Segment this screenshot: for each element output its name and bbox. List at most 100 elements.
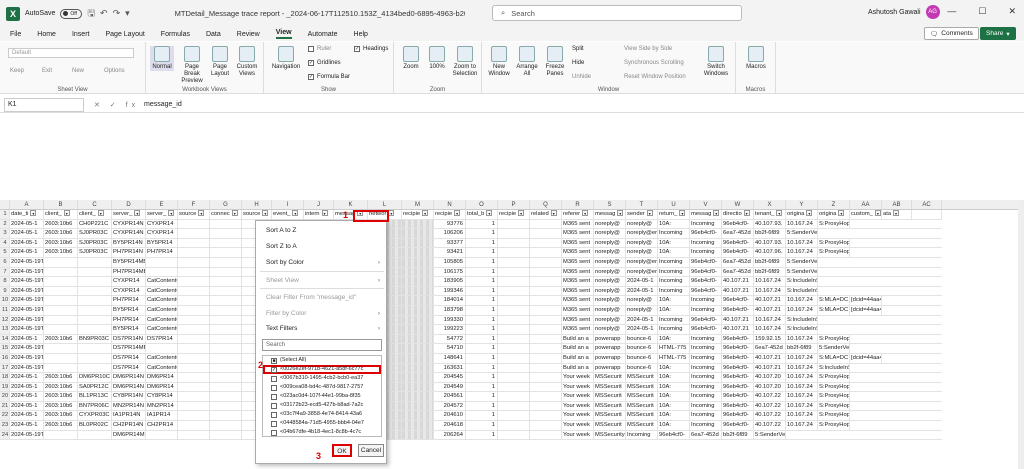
checkbox-icon[interactable]: ■ xyxy=(271,357,277,364)
cell[interactable] xyxy=(210,248,242,257)
cell[interactable]: [dcid=44aa44f2-63d1-43 xyxy=(850,353,882,363)
select-all-corner[interactable] xyxy=(0,200,10,209)
filter-dropdown-icon[interactable]: ▾ xyxy=(422,210,429,217)
cell[interactable]: 199330 xyxy=(434,315,466,325)
row-number[interactable]: 22 xyxy=(0,411,10,421)
cell[interactable]: noreply@ xyxy=(626,219,658,229)
switch-windows-button[interactable]: Switch Windows xyxy=(700,46,732,78)
filter-dropdown-icon[interactable]: ▾ xyxy=(838,210,845,217)
new-window-button[interactable]: New Window xyxy=(486,46,512,78)
row-number[interactable]: 17 xyxy=(0,363,10,373)
row-number[interactable]: 9 xyxy=(0,286,10,296)
cell[interactable]: MN2PR14 xyxy=(146,401,178,411)
cell[interactable]: ata ▾ xyxy=(882,210,912,219)
cell[interactable]: S:ProxyHop1=BL6PEPF0001AB53.n xyxy=(818,421,850,430)
cell[interactable]: PH7PR14MB5715 xyxy=(112,267,146,277)
column-header[interactable]: D xyxy=(112,200,146,209)
cell[interactable]: 6ea7-452d xyxy=(754,344,786,353)
cell[interactable] xyxy=(210,296,242,305)
cell[interactable] xyxy=(210,430,242,440)
cell[interactable] xyxy=(44,430,78,440)
cell[interactable] xyxy=(498,334,530,344)
cell[interactable]: CH2PR14 xyxy=(146,421,178,430)
cell[interactable]: 2024-05-19T04:30:43.CYXPR14MB7523.nam xyxy=(10,286,44,296)
cell[interactable]: recipie ▾ xyxy=(434,210,466,219)
cell[interactable]: 1 xyxy=(466,277,498,286)
cell[interactable]: client_ ▾ xyxy=(78,210,112,219)
cell[interactable]: 2024-05-1 xyxy=(626,286,658,296)
cell[interactable]: intern ▾ xyxy=(304,210,334,219)
cell[interactable]: MSSecurit xyxy=(626,392,658,401)
cell[interactable]: S:IncludeInSla=True;S:MailboxDat xyxy=(786,277,818,286)
cell[interactable]: date_ti ▾ xyxy=(10,210,44,219)
cell[interactable]: IA1PR14 xyxy=(146,411,178,421)
cell[interactable]: 1 xyxy=(466,229,498,238)
cell[interactable]: 10.167.24 xyxy=(786,392,818,401)
close-icon[interactable]: ✕ xyxy=(1008,6,1016,17)
cell[interactable]: SJ0PR03C xyxy=(78,248,112,257)
cell[interactable]: tenant_ ▾ xyxy=(754,210,786,219)
cell[interactable]: CatContentConver xyxy=(146,363,178,373)
cell[interactable]: Build an a xyxy=(562,344,594,353)
cell[interactable]: 96eb4cf0- xyxy=(690,325,722,334)
row-number[interactable]: 18 xyxy=(0,373,10,382)
filter-dropdown-icon[interactable]: ▾ xyxy=(893,210,900,217)
cell[interactable]: 96eb4cf0- xyxy=(722,353,754,363)
cell[interactable]: M365 sent xyxy=(562,219,594,229)
cell[interactable]: MSSecurit xyxy=(626,373,658,382)
cell[interactable] xyxy=(402,421,434,430)
cell[interactable] xyxy=(178,315,210,325)
cell[interactable]: Incoming xyxy=(658,277,690,286)
cell[interactable] xyxy=(498,267,530,277)
cell[interactable]: 96eb4cf0- xyxy=(690,267,722,277)
cell[interactable] xyxy=(402,229,434,238)
sort-by-color[interactable]: Sort by Color xyxy=(266,259,304,266)
cell[interactable]: source ▾ xyxy=(178,210,210,219)
cell[interactable]: return_ ▾ xyxy=(658,210,690,219)
column-header[interactable]: C xyxy=(78,200,112,209)
cell[interactable]: Incoming xyxy=(690,334,722,344)
comments-button[interactable]: 🗨 Comments xyxy=(924,27,979,40)
column-header[interactable]: V xyxy=(690,200,722,209)
cell[interactable]: noreply@ xyxy=(594,267,626,277)
cell[interactable]: CY8PR14 xyxy=(146,392,178,401)
cell[interactable]: S:ProxyHop1=BN1PEPF00004689.n xyxy=(818,334,850,344)
cell[interactable]: 2024-05-1 xyxy=(10,421,44,430)
cell[interactable]: Incoming xyxy=(690,248,722,257)
cell[interactable]: noreply@ xyxy=(594,248,626,257)
cell[interactable]: S:ProxyHop1=CY4PEPF0000FCC5.n xyxy=(818,411,850,421)
cell[interactable]: DS7PR14MB6761 xyxy=(112,344,146,353)
cell[interactable] xyxy=(402,257,434,267)
cell[interactable]: 2603:10b6 xyxy=(44,238,78,248)
cell[interactable]: Incoming xyxy=(690,353,722,363)
cell[interactable]: MSSecurit xyxy=(626,401,658,411)
column-header[interactable]: Z xyxy=(818,200,850,209)
cell[interactable] xyxy=(402,401,434,411)
cell[interactable]: 40.107.22 xyxy=(754,421,786,430)
cell[interactable] xyxy=(498,296,530,305)
cell[interactable]: M365 sent xyxy=(562,267,594,277)
cell[interactable]: 10.167.24 xyxy=(786,305,818,315)
cell[interactable]: M365 sent xyxy=(562,248,594,257)
view-side-by-side-button[interactable]: View Side by Side xyxy=(624,46,672,52)
cell[interactable] xyxy=(44,344,78,353)
cell[interactable]: 96eb4cf0- xyxy=(690,315,722,325)
cell[interactable]: powerapp xyxy=(594,344,626,353)
tab-home[interactable]: Home xyxy=(37,31,56,38)
cell[interactable]: 2024-05-19T04:30:47.BY5PR14MB3430.nam xyxy=(10,325,44,334)
cell[interactable]: Incoming xyxy=(658,315,690,325)
cell[interactable]: 40.107.96. xyxy=(754,248,786,257)
cell[interactable]: 2603:10b6 xyxy=(44,229,78,238)
cell[interactable]: S:IncludeInSla=True;S:MailboxDat xyxy=(786,315,818,325)
cell[interactable]: S:ProxyHop1=DS1PEPF00017099.n xyxy=(818,373,850,382)
cell[interactable]: 204545 xyxy=(434,373,466,382)
filter-dropdown-icon[interactable]: ▾ xyxy=(168,210,175,217)
filter-dropdown-icon[interactable]: ▾ xyxy=(776,210,783,217)
cell[interactable]: noreply@ xyxy=(626,238,658,248)
cell[interactable]: Incoming xyxy=(658,257,690,267)
cell[interactable] xyxy=(402,392,434,401)
cell[interactable]: S:ProxyHop1=BL6PEPF0002256F.n xyxy=(818,392,850,401)
cell[interactable] xyxy=(530,363,562,373)
cell[interactable]: source ▾ xyxy=(242,210,272,219)
cell[interactable]: 10A: xyxy=(658,296,690,305)
